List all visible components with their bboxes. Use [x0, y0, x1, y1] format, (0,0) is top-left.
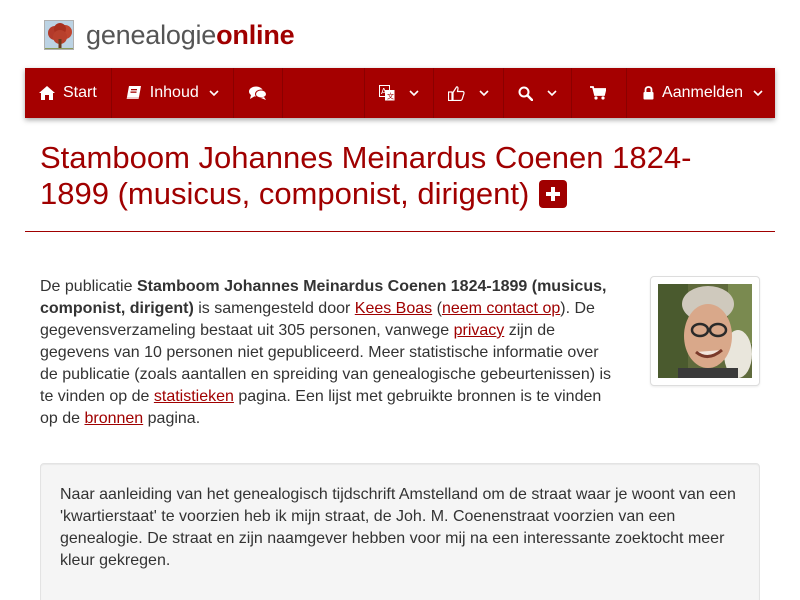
chevron-down-icon [409, 84, 419, 102]
nav-login-label: Aanmelden [662, 84, 743, 101]
lock-icon [643, 86, 654, 100]
nav-login[interactable]: Aanmelden [627, 68, 775, 118]
language-icon: A文 [379, 85, 395, 101]
tree-logo-icon [44, 20, 74, 50]
intro-text: De publicatie [40, 278, 137, 295]
comments-icon [248, 86, 267, 100]
chevron-down-icon [209, 84, 219, 102]
brand-name-part1: genealogie [86, 19, 217, 50]
brand-name-part2: online [216, 19, 295, 50]
contact-link[interactable]: neem contact op [442, 300, 560, 317]
thumbs-up-icon [448, 85, 465, 101]
sources-link[interactable]: bronnen [84, 410, 143, 427]
intro-text: pagina. [143, 410, 201, 427]
nav-spacer [283, 68, 366, 118]
site-logo[interactable]: genealogieonline [44, 19, 295, 51]
chevron-down-icon [479, 84, 489, 102]
intro-text: is samengesteld door [193, 300, 355, 317]
nav-inhoud-label: Inhoud [149, 84, 199, 101]
title-divider [25, 231, 775, 232]
page-title: Stamboom Johannes Meinardus Coenen 1824-… [40, 140, 760, 212]
description-text: Naar aanleiding van het genealogisch tij… [60, 486, 736, 569]
chevron-down-icon [753, 84, 763, 102]
page-title-text: Stamboom Johannes Meinardus Coenen 1824-… [40, 140, 692, 211]
chevron-down-icon [547, 84, 557, 102]
author-photo[interactable] [650, 276, 760, 386]
svg-text:文: 文 [387, 92, 394, 101]
author-avatar [658, 284, 752, 378]
publication-description: Naar aanleiding van het genealogisch tij… [40, 463, 760, 600]
nav-start[interactable]: Start [25, 68, 112, 118]
publication-intro: De publicatie Stamboom Johannes Meinardu… [40, 276, 620, 430]
book-icon [126, 86, 142, 100]
nav-comments[interactable] [234, 68, 283, 118]
nav-start-label: Start [63, 84, 97, 101]
statistics-link[interactable]: statistieken [154, 388, 234, 405]
nav-share[interactable] [434, 68, 505, 118]
nav-cart[interactable] [572, 68, 628, 118]
plus-square-icon[interactable] [539, 180, 568, 208]
author-link[interactable]: Kees Boas [355, 300, 432, 317]
nav-search[interactable] [504, 68, 573, 118]
nav-language[interactable]: A文 [365, 68, 435, 118]
main-navbar: Start Inhoud A文 Aanmelden [25, 68, 775, 118]
privacy-link[interactable]: privacy [454, 322, 505, 339]
brand-name: genealogieonline [86, 19, 295, 51]
home-icon [39, 86, 55, 100]
shopping-cart-icon [590, 86, 607, 100]
search-icon [518, 86, 534, 101]
intro-text: ( [432, 300, 442, 317]
nav-inhoud[interactable]: Inhoud [112, 68, 234, 118]
